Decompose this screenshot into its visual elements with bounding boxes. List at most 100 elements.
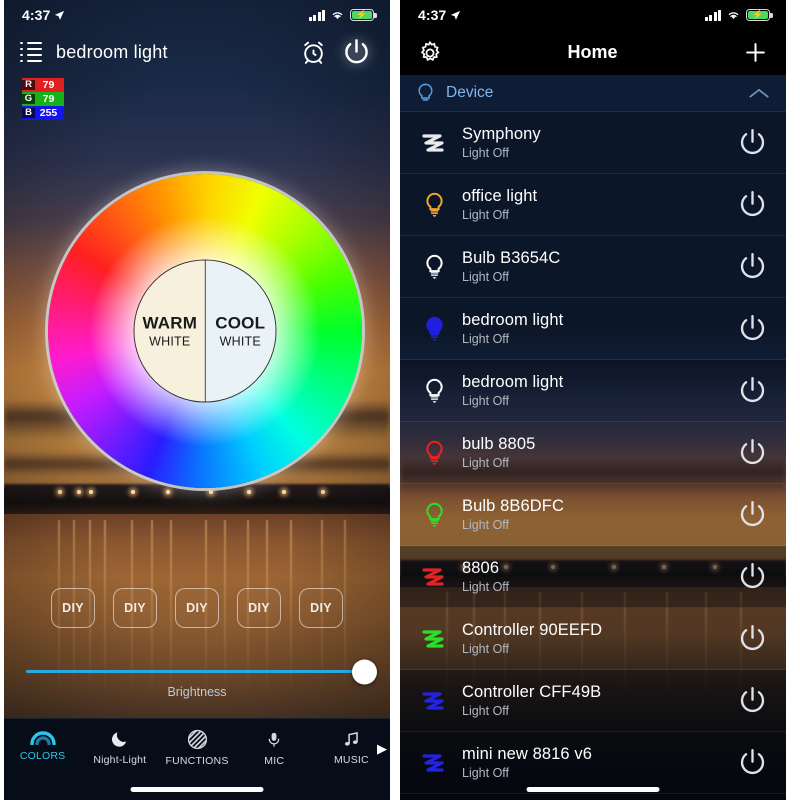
power-icon[interactable]	[736, 498, 769, 531]
device-status: Light Off	[462, 580, 510, 594]
rgb-row-green: G 79	[22, 92, 64, 106]
bulb-icon	[419, 188, 449, 222]
gear-icon[interactable]	[417, 40, 443, 66]
table-row[interactable]: 8806 Light Off	[400, 546, 786, 608]
white-mode-selector[interactable]: WARM WHITE COOL WHITE	[133, 259, 277, 403]
cool-white-sub: WHITE	[219, 334, 261, 349]
device-status: Light Off	[462, 270, 510, 284]
device-status: Light Off	[462, 766, 510, 780]
power-icon[interactable]	[736, 684, 769, 717]
brightness-slider-knob[interactable]	[352, 659, 377, 684]
table-row[interactable]: office light Light Off	[400, 174, 786, 236]
rainbow-icon	[29, 731, 56, 745]
device-name: 8806	[462, 559, 500, 577]
device-name: office light	[462, 187, 538, 205]
rgb-red-value: 79	[42, 78, 55, 91]
tab-night-light[interactable]: Night-Light	[81, 729, 158, 766]
table-row[interactable]: bulb 8805 Light Off	[400, 422, 786, 484]
rgb-green-value: 79	[42, 92, 55, 105]
bulb-icon	[419, 436, 449, 470]
diy-button-4[interactable]: DIY	[237, 588, 281, 628]
status-time: 4:37	[22, 7, 51, 23]
brightness-slider[interactable]	[26, 659, 377, 684]
power-icon[interactable]	[736, 374, 769, 407]
device-info: Bulb B3654C Light Off	[462, 249, 723, 284]
wifi-icon	[332, 12, 343, 20]
power-icon[interactable]	[736, 746, 769, 779]
device-status: Light Off	[462, 208, 510, 222]
rgb-row-red: R 79	[22, 78, 64, 92]
section-header-device[interactable]: Device	[400, 75, 786, 112]
table-row[interactable]: bedroom light Light Off	[400, 298, 786, 360]
moon-icon	[112, 732, 127, 747]
rgb-blue-label: B	[22, 108, 35, 118]
tab-music-label: MUSIC	[333, 754, 369, 766]
tab-colors[interactable]: COLORS	[4, 729, 81, 762]
tab-functions[interactable]: FUNCTIONS	[158, 729, 235, 767]
color-wheel[interactable]: WARM WHITE COOL WHITE	[48, 174, 362, 488]
right-app-header: Home	[400, 30, 786, 75]
power-icon[interactable]	[736, 560, 769, 593]
device-status: Light Off	[462, 394, 510, 408]
diy-button-3[interactable]: DIY	[175, 588, 219, 628]
table-row[interactable]: Symphony Light Off	[400, 112, 786, 174]
power-icon[interactable]	[736, 312, 769, 345]
bulb-icon	[419, 498, 449, 532]
power-icon[interactable]	[736, 188, 769, 221]
home-indicator	[130, 787, 264, 792]
rgb-readout: R 79 G 79 B 255	[22, 78, 64, 120]
device-info: office light Light Off	[462, 187, 723, 222]
power-icon[interactable]	[736, 126, 769, 159]
diy-button-1[interactable]: DIY	[51, 588, 95, 628]
diy-button-5[interactable]: DIY	[299, 588, 343, 628]
chevron-up-icon[interactable]	[748, 87, 770, 100]
device-name: Controller 90EEFD	[462, 621, 603, 639]
plus-icon[interactable]	[742, 39, 769, 66]
right-status-bar: 4:37 ⚡	[400, 0, 786, 30]
chevron-right-icon[interactable]: ▶	[377, 741, 387, 757]
table-row[interactable]: Bulb B3654C Light Off	[400, 236, 786, 298]
home-indicator	[526, 787, 660, 792]
device-info: mini new 8816 v6 Light Off	[462, 745, 723, 780]
device-status: Light Off	[462, 518, 510, 532]
rgb-green-label: G	[22, 94, 35, 104]
table-row[interactable]: Bulb 8B6DFC Light Off	[400, 484, 786, 546]
power-icon[interactable]	[736, 436, 769, 469]
page-title: bedroom light	[56, 41, 168, 62]
led-strip-icon	[419, 560, 449, 594]
dual-screenshot-stage: 4:37 ⚡ bedroom light R 79 G 79 B 255 WAR…	[0, 0, 800, 800]
table-row[interactable]: Controller CFF49B Light Off	[400, 670, 786, 732]
wifi-icon	[728, 12, 739, 20]
power-icon[interactable]	[736, 622, 769, 655]
device-status: Light Off	[462, 704, 510, 718]
left-app-header: bedroom light	[4, 30, 390, 74]
table-row[interactable]: Controller 90EEFD Light Off	[400, 608, 786, 670]
white-mode-divider	[204, 260, 206, 402]
device-info: bedroom light Light Off	[462, 311, 723, 346]
table-row[interactable]: mini new 8816 v6 Light Off	[400, 732, 786, 794]
alarm-clock-icon[interactable]	[300, 39, 327, 66]
table-row[interactable]: bedroom light Light Off	[400, 360, 786, 422]
led-strip-icon	[419, 684, 449, 718]
hamburger-list-icon[interactable]	[20, 41, 42, 63]
cellular-signal-icon	[308, 9, 325, 21]
warm-white-title: WARM	[142, 313, 198, 333]
led-strip-icon	[419, 746, 449, 780]
hatched-circle-icon	[187, 729, 207, 750]
tab-night-light-label: Night-Light	[93, 754, 147, 766]
battery-charging-icon: ⚡	[746, 9, 773, 21]
power-icon[interactable]	[341, 37, 372, 68]
location-arrow-icon	[55, 10, 65, 20]
led-strip-icon	[419, 622, 449, 656]
section-label: Device	[446, 84, 494, 101]
page-title: Home	[567, 42, 618, 62]
diy-button-2[interactable]: DIY	[113, 588, 157, 628]
power-icon[interactable]	[736, 250, 769, 283]
device-info: bulb 8805 Light Off	[462, 435, 723, 470]
device-name: Bulb 8B6DFC	[462, 497, 564, 515]
location-arrow-icon	[451, 10, 461, 20]
rgb-row-blue: B 255	[22, 106, 64, 120]
tab-mic[interactable]: MIC	[236, 729, 313, 767]
tab-mic-label: MIC	[264, 755, 285, 767]
device-info: Bulb 8B6DFC Light Off	[462, 497, 723, 532]
